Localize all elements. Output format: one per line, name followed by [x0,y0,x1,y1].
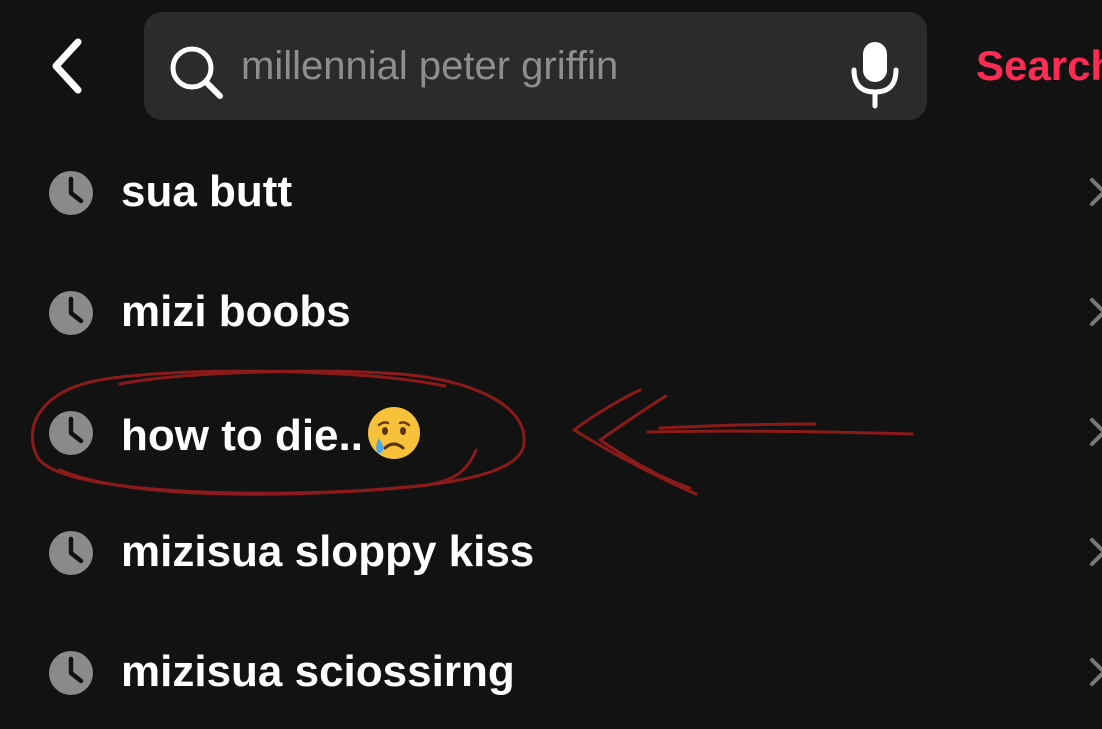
history-item-label: mizisua sciossirng [121,647,515,696]
history-item-label: sua butt [121,167,293,216]
clock-icon [49,291,93,335]
search-bar[interactable] [144,12,927,120]
crying-face-icon [367,407,420,459]
microphone-icon[interactable] [847,38,903,110]
history-item-label: mizi boobs [121,287,351,336]
clock-icon [49,171,93,215]
clock-icon [49,531,93,575]
history-item[interactable]: mizisua sciossirng [0,622,1102,722]
history-item-label: how to die.. [121,411,363,460]
history-item[interactable]: mizisua sloppy kiss [0,502,1102,602]
history-item-label-wrapper: how to die.. [121,404,423,464]
magnifier-icon [170,46,223,99]
clock-icon [49,651,93,695]
history-item[interactable]: sua butt [0,142,1102,242]
close-icon[interactable] [1086,172,1102,212]
search-button[interactable]: Search [976,40,1102,92]
history-item[interactable]: mizi boobs [0,262,1102,362]
history-item-label: mizisua sloppy kiss [121,527,535,576]
clock-icon [49,411,93,455]
back-button[interactable] [36,36,96,96]
chevron-left-icon [52,38,82,94]
close-icon[interactable] [1086,652,1102,692]
search-screen: Search sua butt mizi boobs how to die.. [0,0,1102,729]
search-input[interactable] [241,36,821,96]
history-item[interactable]: how to die.. [0,382,1102,482]
close-icon[interactable] [1086,292,1102,332]
close-icon[interactable] [1086,532,1102,572]
close-icon[interactable] [1086,412,1102,452]
